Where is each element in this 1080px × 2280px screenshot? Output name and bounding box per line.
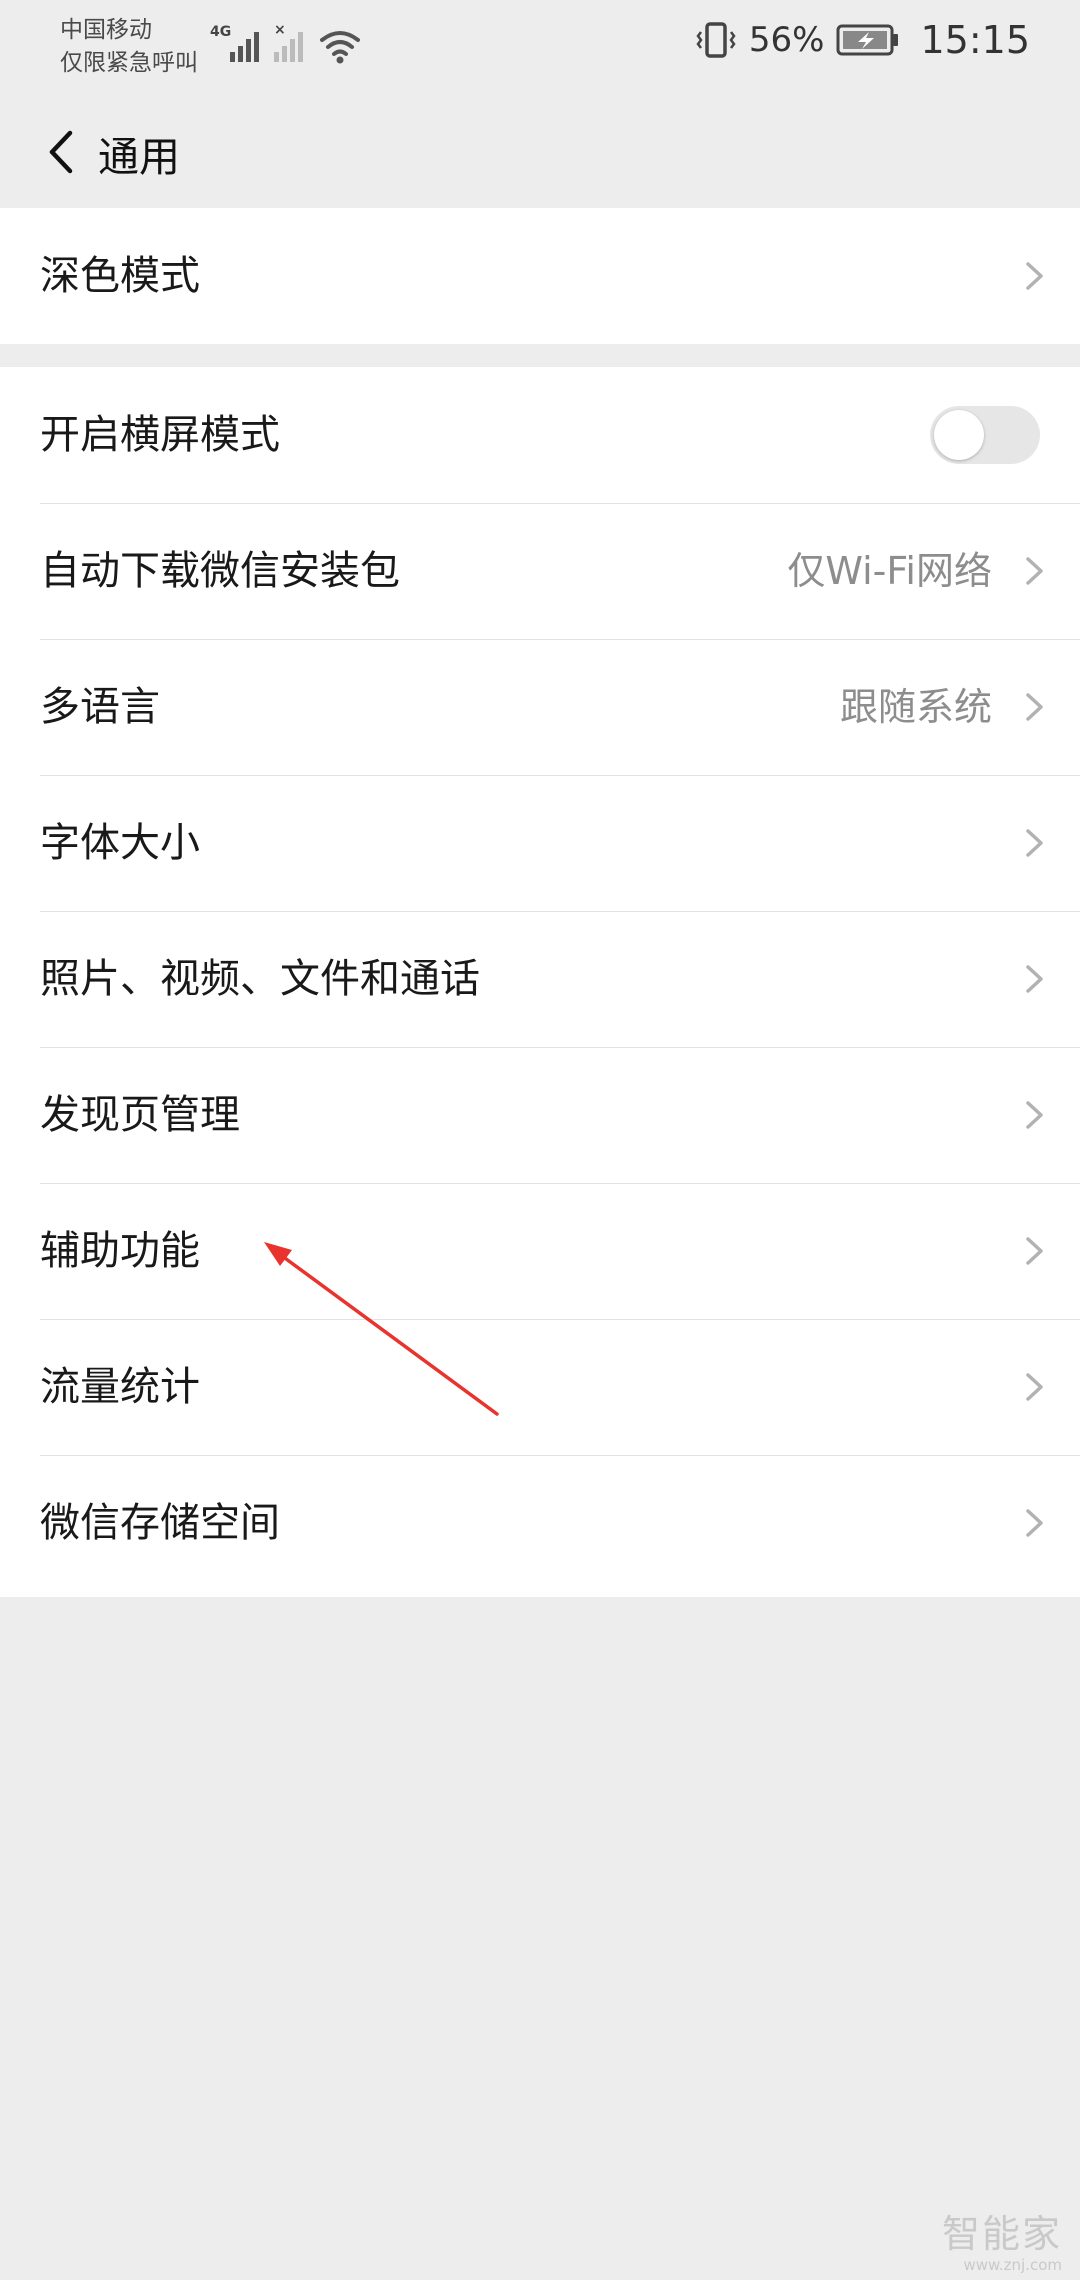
carrier-info: 中国移动 仅限紧急呼叫 bbox=[60, 14, 198, 80]
settings-group-general: 开启横屏模式 自动下载微信安装包 仅Wi-Fi网络 多语言 跟随系统 字体大小 … bbox=[0, 367, 1080, 1597]
settings-row-auto-download[interactable]: 自动下载微信安装包 仅Wi-Fi网络 bbox=[0, 503, 1080, 639]
back-button[interactable] bbox=[26, 117, 96, 187]
battery-percent: 56% bbox=[748, 20, 825, 60]
watermark-logo: 智能家 bbox=[941, 2212, 1062, 2256]
row-label: 辅助功能 bbox=[40, 1228, 200, 1274]
settings-row-font-size[interactable]: 字体大小 bbox=[0, 775, 1080, 911]
chevron-right-icon bbox=[1026, 557, 1043, 585]
row-value: 跟随系统 bbox=[839, 685, 992, 729]
svg-text:×: × bbox=[274, 22, 286, 38]
vibrate-icon bbox=[696, 22, 736, 58]
row-value: 仅Wi-Fi网络 bbox=[787, 549, 992, 593]
status-right-group: 56% 15:15 bbox=[695, 18, 1030, 62]
page-title: 通用 bbox=[98, 133, 180, 181]
chevron-right-icon bbox=[1026, 829, 1043, 857]
row-label: 微信存储空间 bbox=[40, 1500, 280, 1546]
signal-indicators: 4G × bbox=[208, 22, 368, 70]
row-label: 深色模式 bbox=[40, 253, 200, 299]
row-label: 发现页管理 bbox=[40, 1092, 240, 1138]
settings-row-landscape-mode: 开启横屏模式 bbox=[0, 367, 1080, 503]
status-bar: 中国移动 仅限紧急呼叫 4G × 56% 15:15 bbox=[0, 0, 1080, 95]
carrier-name: 中国移动 bbox=[60, 17, 152, 43]
wifi-icon bbox=[320, 31, 360, 64]
chevron-right-icon bbox=[1026, 965, 1043, 993]
chevron-right-icon bbox=[1026, 262, 1043, 290]
chevron-right-icon bbox=[1026, 1373, 1043, 1401]
toggle-knob bbox=[934, 410, 984, 460]
settings-row-discover-management[interactable]: 发现页管理 bbox=[0, 1047, 1080, 1183]
row-label: 流量统计 bbox=[40, 1364, 200, 1410]
settings-row-dark-mode[interactable]: 深色模式 bbox=[0, 208, 1080, 344]
chevron-right-icon bbox=[1026, 1509, 1043, 1537]
settings-row-media-calls[interactable]: 照片、视频、文件和通话 bbox=[0, 911, 1080, 1047]
settings-row-accessibility[interactable]: 辅助功能 bbox=[0, 1183, 1080, 1319]
watermark: 智能家 www.znj.com bbox=[942, 2212, 1062, 2274]
chevron-right-icon bbox=[1026, 1101, 1043, 1129]
carrier-status: 仅限紧急呼叫 bbox=[60, 50, 198, 76]
nav-bar: 通用 bbox=[0, 95, 1080, 207]
chevron-right-icon bbox=[1026, 1237, 1043, 1265]
row-label: 多语言 bbox=[40, 684, 160, 730]
settings-group-display: 深色模式 bbox=[0, 208, 1080, 344]
settings-row-language[interactable]: 多语言 跟随系统 bbox=[0, 639, 1080, 775]
row-label: 字体大小 bbox=[40, 820, 200, 866]
settings-row-storage[interactable]: 微信存储空间 bbox=[0, 1455, 1080, 1591]
network-type-label: 4G bbox=[210, 24, 231, 40]
chevron-right-icon bbox=[1026, 693, 1043, 721]
cellular-signal-icon: 4G × bbox=[210, 22, 360, 64]
row-label: 照片、视频、文件和通话 bbox=[40, 956, 480, 1002]
row-label: 开启横屏模式 bbox=[40, 412, 280, 458]
chevron-left-icon bbox=[49, 130, 73, 174]
battery-charging-icon bbox=[836, 24, 899, 56]
row-label: 自动下载微信安装包 bbox=[40, 548, 400, 594]
clock: 15:15 bbox=[920, 18, 1030, 62]
settings-row-data-usage[interactable]: 流量统计 bbox=[0, 1319, 1080, 1455]
watermark-url: www.znj.com bbox=[963, 2256, 1062, 2274]
landscape-mode-toggle[interactable] bbox=[930, 406, 1040, 464]
